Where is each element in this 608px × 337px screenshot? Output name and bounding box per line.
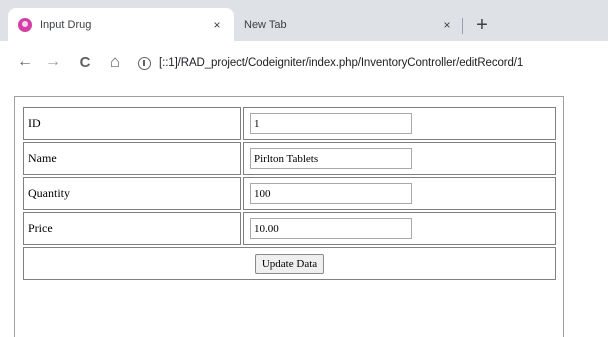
info-icon[interactable] xyxy=(138,56,151,70)
page-content: ID Name Quantity Price Update Data xyxy=(14,96,564,337)
close-icon[interactable]: × xyxy=(438,16,456,34)
new-tab-button[interactable]: + xyxy=(470,13,494,37)
home-icon[interactable]: ⌂ xyxy=(104,51,126,73)
favicon-icon xyxy=(18,17,32,32)
edit-record-form: ID Name Quantity Price Update Data xyxy=(21,105,558,282)
form-row-price: Price xyxy=(23,212,556,245)
reload-icon[interactable]: C xyxy=(74,51,96,73)
name-field-cell xyxy=(243,142,556,175)
browser-toolbar: ← → C ⌂ [::1]/RAD_project/Codeigniter/in… xyxy=(0,41,608,86)
quantity-field-cell xyxy=(243,177,556,210)
tab-separator xyxy=(462,18,463,34)
id-field-cell xyxy=(243,107,556,140)
quantity-label: Quantity xyxy=(23,177,241,210)
form-row-quantity: Quantity xyxy=(23,177,556,210)
tab-new-tab[interactable]: New Tab × xyxy=(234,8,464,41)
close-icon[interactable]: × xyxy=(208,16,226,34)
tab-title: New Tab xyxy=(244,18,287,31)
update-data-button[interactable]: Update Data xyxy=(254,253,325,274)
quantity-input[interactable] xyxy=(250,183,412,204)
tab-bar: Input Drug × New Tab × + xyxy=(0,0,608,41)
tab-input-drug[interactable]: Input Drug × xyxy=(8,8,234,41)
name-input[interactable] xyxy=(250,148,412,169)
id-input[interactable] xyxy=(250,113,412,134)
form-row-name: Name xyxy=(23,142,556,175)
price-input[interactable] xyxy=(250,218,412,239)
tab-title: Input Drug xyxy=(40,18,92,31)
url-text: [::1]/RAD_project/Codeigniter/index.php/… xyxy=(159,57,524,69)
price-field-cell xyxy=(243,212,556,245)
name-label: Name xyxy=(23,142,241,175)
id-label: ID xyxy=(23,107,241,140)
form-row-submit: Update Data xyxy=(23,247,556,280)
submit-cell: Update Data xyxy=(23,247,556,280)
price-label: Price xyxy=(23,212,241,245)
back-arrow-icon[interactable]: ← xyxy=(14,51,36,73)
form-row-id: ID xyxy=(23,107,556,140)
forward-arrow-icon[interactable]: → xyxy=(42,51,64,73)
address-bar[interactable]: [::1]/RAD_project/Codeigniter/index.php/… xyxy=(138,52,608,74)
